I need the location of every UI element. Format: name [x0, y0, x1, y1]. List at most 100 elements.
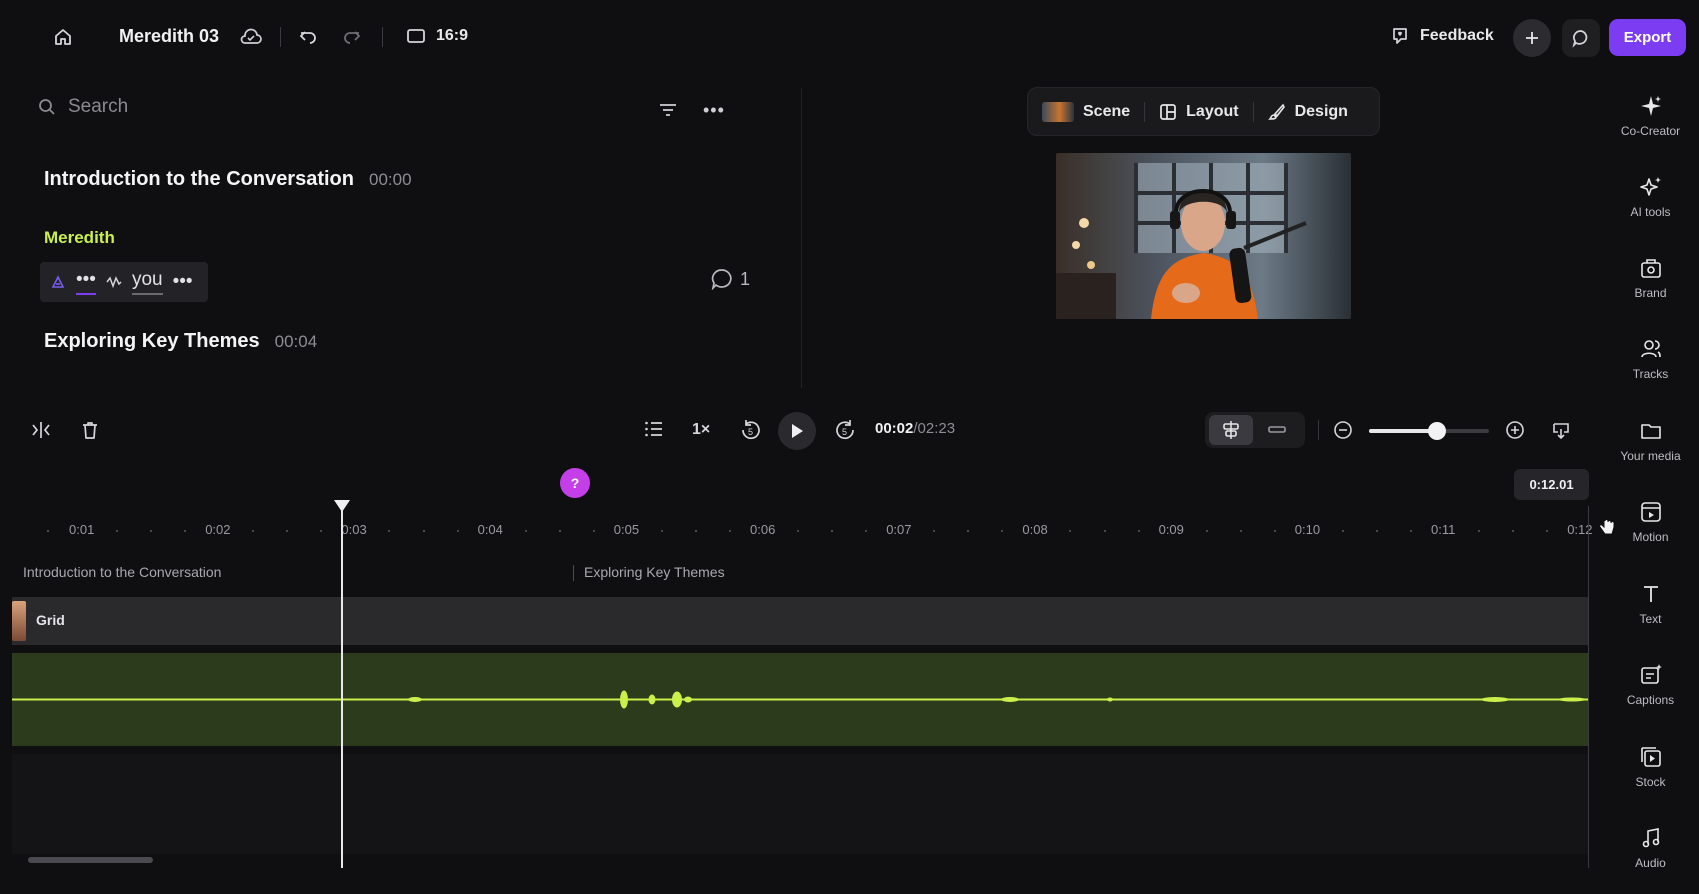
- ruler-minor-tick: [524, 530, 527, 532]
- word-token[interactable]: •••: [76, 269, 96, 295]
- list-icon[interactable]: [644, 420, 664, 438]
- playhead-line[interactable]: [341, 506, 343, 868]
- ruler-minor-tick: [388, 530, 391, 532]
- split-icon[interactable]: [30, 420, 52, 440]
- comment-count: 1: [740, 268, 751, 289]
- rail-item-captions[interactable]: Captions: [1602, 663, 1699, 707]
- expanded-view-button[interactable]: [1209, 415, 1253, 445]
- fit-timeline-icon[interactable]: [1551, 420, 1571, 440]
- divider: [1318, 420, 1319, 440]
- ruler-minor-tick: [831, 530, 834, 532]
- ruler-minor-tick: [797, 530, 800, 532]
- voice-edit-icon: [51, 275, 65, 288]
- timeline-end-marker: [1588, 506, 1589, 868]
- rail-item-your-media[interactable]: Your media: [1602, 419, 1699, 463]
- divider: [382, 27, 383, 47]
- zoom-slider-fill: [1369, 429, 1438, 433]
- tab-scene[interactable]: Scene: [1028, 101, 1144, 122]
- playhead-handle[interactable]: [334, 500, 350, 512]
- timeline-section-label[interactable]: Exploring Key Themes: [584, 564, 725, 580]
- aspect-ratio-button[interactable]: 16:9: [406, 27, 468, 45]
- hand-cursor-icon: [1598, 515, 1616, 542]
- ruler-tick-label: 0:11: [1431, 522, 1456, 537]
- ruler-minor-tick: [422, 530, 425, 532]
- rail-label: Stock: [1635, 775, 1666, 789]
- section-marker: [573, 565, 574, 581]
- ruler-minor-tick: [456, 530, 459, 532]
- script-panel: Search ••• Introduction to the Conversat…: [0, 72, 802, 390]
- skip-forward-button[interactable]: 5: [834, 419, 856, 441]
- ruler-minor-tick: [728, 530, 731, 532]
- add-button[interactable]: [1513, 19, 1551, 57]
- playback-speed-button[interactable]: 1×: [692, 421, 710, 439]
- rail-label: Brand: [1634, 286, 1667, 300]
- ruler-tick-label: 0:08: [1022, 522, 1048, 537]
- ruler-minor-tick: [1137, 530, 1140, 532]
- rail-label: AI tools: [1630, 205, 1671, 219]
- ruler-minor-tick: [1375, 530, 1378, 532]
- project-title[interactable]: Meredith 03: [119, 26, 219, 47]
- ruler-minor-tick: [1103, 530, 1106, 532]
- word-token[interactable]: •••: [173, 271, 193, 293]
- folder-icon: [1640, 424, 1661, 439]
- feedback-label: Feedback: [1420, 27, 1494, 44]
- rail-item-motion[interactable]: Motion: [1602, 500, 1699, 544]
- empty-track-area[interactable]: [12, 754, 1588, 854]
- search-field[interactable]: Search: [38, 96, 128, 118]
- rail-item-audio[interactable]: Audio: [1602, 826, 1699, 870]
- transcript-words[interactable]: ••• you •••: [40, 262, 208, 302]
- tab-layout[interactable]: Layout: [1145, 103, 1252, 121]
- tab-design[interactable]: Design: [1254, 103, 1362, 121]
- ruler-minor-tick: [184, 530, 187, 532]
- current-time: 00:02: [875, 420, 914, 437]
- help-marker[interactable]: ?: [560, 468, 590, 498]
- trash-icon[interactable]: [80, 420, 100, 440]
- section-heading[interactable]: Introduction to the Conversation 00:00: [44, 168, 412, 191]
- timeline-section-label[interactable]: Introduction to the Conversation: [23, 564, 221, 580]
- undo-icon[interactable]: [298, 27, 318, 47]
- home-icon[interactable]: [53, 27, 73, 47]
- rail-item-brand[interactable]: Brand: [1602, 256, 1699, 300]
- ruler-minor-tick: [1069, 530, 1072, 532]
- zoom-slider[interactable]: [1369, 422, 1489, 440]
- layout-icon: [1160, 103, 1176, 120]
- skip-back-seconds: 5: [748, 427, 753, 437]
- ruler-minor-tick: [320, 530, 323, 532]
- skip-back-button[interactable]: 5: [740, 419, 762, 441]
- cloud-sync-icon[interactable]: [239, 27, 263, 47]
- ruler-minor-tick: [1205, 530, 1208, 532]
- play-button[interactable]: [778, 412, 816, 450]
- zoom-in-icon[interactable]: [1505, 420, 1525, 440]
- export-button[interactable]: Export: [1609, 19, 1686, 56]
- rail-item-tracks[interactable]: Tracks: [1602, 337, 1699, 381]
- speaker-name[interactable]: Meredith: [44, 228, 115, 248]
- redo-icon[interactable]: [342, 27, 362, 47]
- rail-item-text[interactable]: Text: [1602, 582, 1699, 626]
- ruler-tick-label: 0:09: [1158, 522, 1184, 537]
- filter-icon[interactable]: [658, 102, 678, 123]
- comments-button[interactable]: [1562, 19, 1600, 57]
- rail-item-ai-tools[interactable]: AI tools: [1602, 175, 1699, 219]
- rail-item-stock[interactable]: Stock: [1602, 745, 1699, 789]
- comment-count-button[interactable]: 1: [710, 268, 750, 290]
- rail-item-co-creator[interactable]: Co-Creator: [1602, 94, 1699, 138]
- horizontal-scrollbar[interactable]: [28, 857, 153, 863]
- ruler-minor-tick: [1546, 530, 1549, 532]
- section-heading[interactable]: Exploring Key Themes 00:04: [44, 330, 317, 353]
- total-duration: /02:23: [913, 420, 956, 437]
- rail-label: Your media: [1620, 449, 1681, 463]
- audio-track[interactable]: [12, 653, 1588, 746]
- skip-forward-seconds: 5: [842, 427, 847, 437]
- video-preview[interactable]: [1056, 153, 1351, 319]
- zoom-out-icon[interactable]: [1333, 420, 1353, 440]
- compact-view-button[interactable]: [1267, 421, 1287, 444]
- zoom-slider-thumb[interactable]: [1428, 422, 1447, 440]
- more-options-icon[interactable]: •••: [703, 100, 725, 121]
- magic-sparkles-icon: [1639, 177, 1661, 196]
- word-token[interactable]: you: [131, 269, 163, 295]
- feedback-button[interactable]: Feedback: [1390, 26, 1494, 46]
- video-track[interactable]: Grid: [12, 597, 1588, 645]
- ruler-minor-tick: [558, 530, 561, 532]
- music-note-icon: [1642, 828, 1659, 848]
- forward-icon: 5: [836, 420, 854, 440]
